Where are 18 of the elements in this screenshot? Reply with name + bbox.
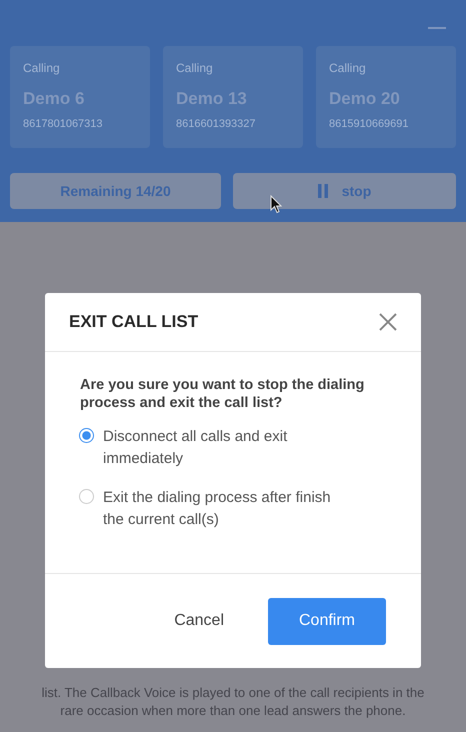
phone-number: 8615910669691 xyxy=(329,118,410,130)
dialog-question: Are you sure you want to stop the dialing process and exit the call list? xyxy=(80,376,366,412)
description-text: list. The Callback Voice is played to one of the call recipients in the rare occasion when more than one lead answers the phone. xyxy=(40,684,426,720)
call-status: Calling xyxy=(23,61,61,75)
pause-icon xyxy=(318,184,328,198)
call-status: Calling xyxy=(329,61,367,75)
phone-number: 8617801067313 xyxy=(23,118,104,130)
dialog-title: EXIT CALL LIST xyxy=(69,312,198,332)
close-icon[interactable] xyxy=(379,313,397,331)
confirm-button[interactable]: Confirm xyxy=(268,598,386,644)
call-status: Calling xyxy=(176,61,214,75)
radio-button[interactable] xyxy=(79,489,94,504)
phone-number: 8616601393327 xyxy=(176,118,257,130)
option-label: Exit the dialing process after finish the current call(s) xyxy=(103,488,332,530)
radio-button[interactable] xyxy=(79,428,94,443)
option-label: Disconnect all calls and exit immediately xyxy=(103,427,288,469)
remaining-counter: Remaining 14/20 xyxy=(10,173,221,209)
cursor-icon xyxy=(270,195,282,214)
